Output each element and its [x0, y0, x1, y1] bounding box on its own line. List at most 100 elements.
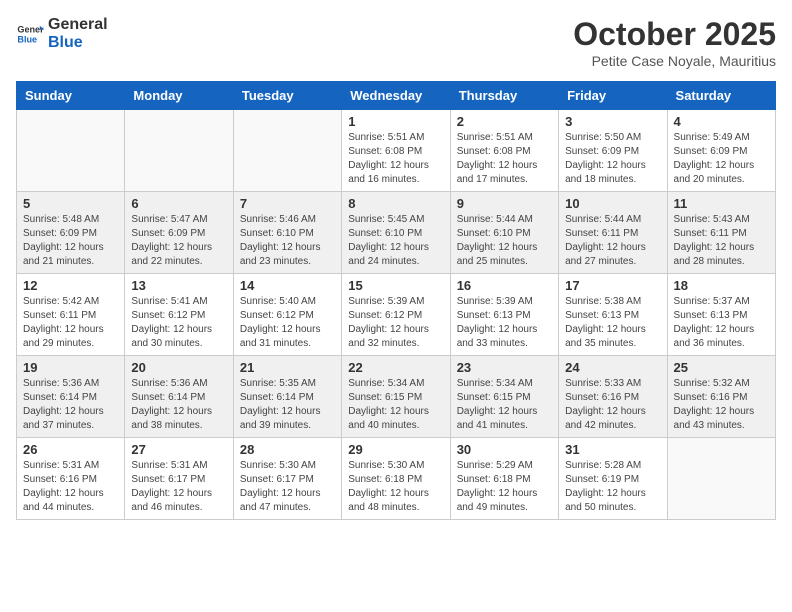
calendar-day-cell: 30 Sunrise: 5:29 AM Sunset: 6:18 PM Dayli…	[450, 438, 558, 520]
day-detail: Sunrise: 5:36 AM Sunset: 6:14 PM Dayligh…	[131, 377, 226, 433]
day-number: 1	[348, 114, 443, 129]
day-of-week-header: Friday	[559, 82, 667, 110]
title-section: October 2025 Petite Case Noyale, Mauriti…	[573, 16, 776, 69]
day-detail: Sunrise: 5:39 AM Sunset: 6:13 PM Dayligh…	[457, 295, 552, 351]
day-number: 2	[457, 114, 552, 129]
day-detail: Sunrise: 5:34 AM Sunset: 6:15 PM Dayligh…	[457, 377, 552, 433]
day-detail: Sunrise: 5:31 AM Sunset: 6:17 PM Dayligh…	[131, 459, 226, 515]
calendar-day-cell: 14 Sunrise: 5:40 AM Sunset: 6:12 PM Dayli…	[233, 274, 341, 356]
day-number: 17	[565, 278, 660, 293]
calendar-day-cell: 21Sunrise: 5:35 AM Sunset: 6:14 PM Dayli…	[233, 356, 341, 438]
day-detail: Sunrise: 5:33 AM Sunset: 6:16 PM Dayligh…	[565, 377, 660, 433]
day-detail: Sunrise: 5:29 AM Sunset: 6:18 PM Dayligh…	[457, 459, 552, 515]
day-detail: Sunrise: 5:35 AM Sunset: 6:14 PM Dayligh…	[240, 377, 335, 433]
day-number: 27	[131, 442, 226, 457]
calendar-day-cell: 8Sunrise: 5:45 AM Sunset: 6:10 PM Daylig…	[342, 192, 450, 274]
page-header: General Blue General Blue October 2025 P…	[16, 16, 776, 69]
calendar-day-cell	[17, 110, 125, 192]
calendar-day-cell: 20 Sunrise: 5:36 AM Sunset: 6:14 PM Dayli…	[125, 356, 233, 438]
logo-blue-text: Blue	[48, 34, 108, 52]
day-detail: Sunrise: 5:40 AM Sunset: 6:12 PM Dayligh…	[240, 295, 335, 351]
day-detail: Sunrise: 5:49 AM Sunset: 6:09 PM Dayligh…	[674, 131, 769, 187]
day-number: 30	[457, 442, 552, 457]
month-title: October 2025	[573, 16, 776, 53]
calendar-day-cell: 10 Sunrise: 5:44 AM Sunset: 6:11 PM Dayli…	[559, 192, 667, 274]
calendar-day-cell: 27 Sunrise: 5:31 AM Sunset: 6:17 PM Dayli…	[125, 438, 233, 520]
calendar-header-row: SundayMondayTuesdayWednesdayThursdayFrid…	[17, 82, 776, 110]
calendar-day-cell: 6 Sunrise: 5:47 AM Sunset: 6:09 PM Daylig…	[125, 192, 233, 274]
day-number: 9	[457, 196, 552, 211]
day-detail: Sunrise: 5:38 AM Sunset: 6:13 PM Dayligh…	[565, 295, 660, 351]
day-number: 23	[457, 360, 552, 375]
day-detail: Sunrise: 5:37 AM Sunset: 6:13 PM Dayligh…	[674, 295, 769, 351]
logo: General Blue General Blue	[16, 16, 108, 51]
calendar-day-cell: 13 Sunrise: 5:41 AM Sunset: 6:12 PM Dayli…	[125, 274, 233, 356]
calendar-day-cell: 5Sunrise: 5:48 AM Sunset: 6:09 PM Daylig…	[17, 192, 125, 274]
day-detail: Sunrise: 5:41 AM Sunset: 6:12 PM Dayligh…	[131, 295, 226, 351]
day-number: 29	[348, 442, 443, 457]
day-of-week-header: Saturday	[667, 82, 775, 110]
svg-text:Blue: Blue	[17, 34, 37, 44]
location-title: Petite Case Noyale, Mauritius	[573, 53, 776, 69]
calendar-day-cell: 22Sunrise: 5:34 AM Sunset: 6:15 PM Dayli…	[342, 356, 450, 438]
day-number: 12	[23, 278, 118, 293]
day-detail: Sunrise: 5:30 AM Sunset: 6:18 PM Dayligh…	[348, 459, 443, 515]
calendar-week-row: 26 Sunrise: 5:31 AM Sunset: 6:16 PM Dayli…	[17, 438, 776, 520]
calendar-day-cell: 31Sunrise: 5:28 AM Sunset: 6:19 PM Dayli…	[559, 438, 667, 520]
calendar-week-row: 5Sunrise: 5:48 AM Sunset: 6:09 PM Daylig…	[17, 192, 776, 274]
day-detail: Sunrise: 5:44 AM Sunset: 6:10 PM Dayligh…	[457, 213, 552, 269]
calendar-day-cell: 17 Sunrise: 5:38 AM Sunset: 6:13 PM Dayli…	[559, 274, 667, 356]
day-detail: Sunrise: 5:51 AM Sunset: 6:08 PM Dayligh…	[348, 131, 443, 187]
calendar-week-row: 12 Sunrise: 5:42 AM Sunset: 6:11 PM Dayli…	[17, 274, 776, 356]
calendar-table: SundayMondayTuesdayWednesdayThursdayFrid…	[16, 81, 776, 520]
day-number: 25	[674, 360, 769, 375]
day-number: 4	[674, 114, 769, 129]
day-number: 3	[565, 114, 660, 129]
calendar-day-cell: 29 Sunrise: 5:30 AM Sunset: 6:18 PM Dayli…	[342, 438, 450, 520]
calendar-day-cell: 25 Sunrise: 5:32 AM Sunset: 6:16 PM Dayli…	[667, 356, 775, 438]
calendar-day-cell	[125, 110, 233, 192]
calendar-day-cell	[233, 110, 341, 192]
day-number: 18	[674, 278, 769, 293]
day-of-week-header: Wednesday	[342, 82, 450, 110]
day-number: 20	[131, 360, 226, 375]
calendar-day-cell: 12 Sunrise: 5:42 AM Sunset: 6:11 PM Dayli…	[17, 274, 125, 356]
calendar-day-cell: 4 Sunrise: 5:49 AM Sunset: 6:09 PM Daylig…	[667, 110, 775, 192]
calendar-day-cell: 2 Sunrise: 5:51 AM Sunset: 6:08 PM Daylig…	[450, 110, 558, 192]
calendar-day-cell: 15Sunrise: 5:39 AM Sunset: 6:12 PM Dayli…	[342, 274, 450, 356]
day-detail: Sunrise: 5:44 AM Sunset: 6:11 PM Dayligh…	[565, 213, 660, 269]
day-number: 22	[348, 360, 443, 375]
day-detail: Sunrise: 5:50 AM Sunset: 6:09 PM Dayligh…	[565, 131, 660, 187]
day-detail: Sunrise: 5:36 AM Sunset: 6:14 PM Dayligh…	[23, 377, 118, 433]
day-detail: Sunrise: 5:51 AM Sunset: 6:08 PM Dayligh…	[457, 131, 552, 187]
day-number: 14	[240, 278, 335, 293]
calendar-day-cell: 19Sunrise: 5:36 AM Sunset: 6:14 PM Dayli…	[17, 356, 125, 438]
day-number: 16	[457, 278, 552, 293]
calendar-week-row: 19Sunrise: 5:36 AM Sunset: 6:14 PM Dayli…	[17, 356, 776, 438]
day-detail: Sunrise: 5:32 AM Sunset: 6:16 PM Dayligh…	[674, 377, 769, 433]
day-detail: Sunrise: 5:31 AM Sunset: 6:16 PM Dayligh…	[23, 459, 118, 515]
calendar-day-cell: 18 Sunrise: 5:37 AM Sunset: 6:13 PM Dayli…	[667, 274, 775, 356]
logo-general-text: General	[48, 16, 108, 34]
calendar-day-cell: 16 Sunrise: 5:39 AM Sunset: 6:13 PM Dayli…	[450, 274, 558, 356]
day-detail: Sunrise: 5:30 AM Sunset: 6:17 PM Dayligh…	[240, 459, 335, 515]
day-of-week-header: Sunday	[17, 82, 125, 110]
day-detail: Sunrise: 5:45 AM Sunset: 6:10 PM Dayligh…	[348, 213, 443, 269]
day-number: 26	[23, 442, 118, 457]
day-number: 28	[240, 442, 335, 457]
day-of-week-header: Thursday	[450, 82, 558, 110]
calendar-day-cell: 28 Sunrise: 5:30 AM Sunset: 6:17 PM Dayli…	[233, 438, 341, 520]
calendar-day-cell	[667, 438, 775, 520]
day-number: 31	[565, 442, 660, 457]
day-detail: Sunrise: 5:42 AM Sunset: 6:11 PM Dayligh…	[23, 295, 118, 351]
day-number: 10	[565, 196, 660, 211]
day-detail: Sunrise: 5:47 AM Sunset: 6:09 PM Dayligh…	[131, 213, 226, 269]
day-detail: Sunrise: 5:46 AM Sunset: 6:10 PM Dayligh…	[240, 213, 335, 269]
day-detail: Sunrise: 5:48 AM Sunset: 6:09 PM Dayligh…	[23, 213, 118, 269]
day-number: 13	[131, 278, 226, 293]
day-detail: Sunrise: 5:43 AM Sunset: 6:11 PM Dayligh…	[674, 213, 769, 269]
calendar-week-row: 1 Sunrise: 5:51 AM Sunset: 6:08 PM Daylig…	[17, 110, 776, 192]
day-detail: Sunrise: 5:39 AM Sunset: 6:12 PM Dayligh…	[348, 295, 443, 351]
logo-icon: General Blue	[16, 20, 44, 48]
day-number: 6	[131, 196, 226, 211]
